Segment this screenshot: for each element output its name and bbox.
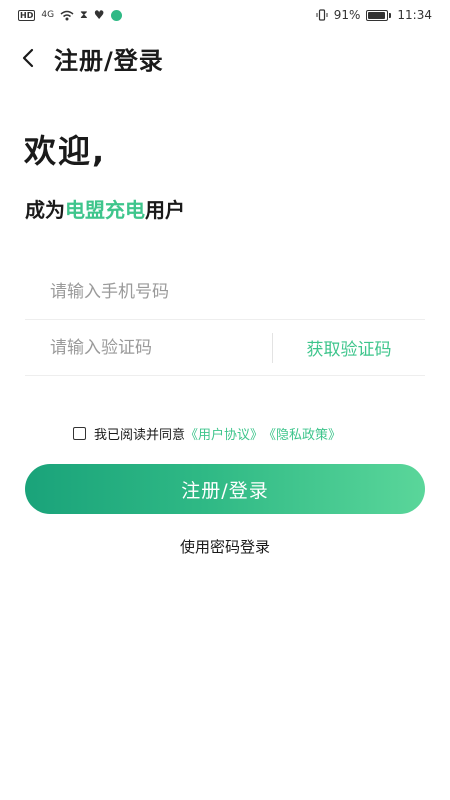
page-title: 注册/登录 [54, 46, 164, 75]
agreement-row: 我已阅读并同意 《用户协议》 《隐私政策》 [73, 424, 341, 443]
agreement-checkbox[interactable] [73, 427, 86, 440]
hd-icon: HD [18, 9, 36, 21]
phone-field-row [25, 264, 425, 320]
welcome-subtitle: 成为电盟充电用户 [25, 194, 185, 223]
brand-name: 电盟充电 [65, 198, 145, 222]
password-login-link[interactable]: 使用密码登录 [0, 536, 450, 557]
app-notification-icon [110, 9, 122, 21]
verification-code-input[interactable] [25, 320, 272, 375]
agreement-text: 我已阅读并同意 [94, 428, 186, 443]
signal-icon: 4G [41, 10, 55, 20]
vibrate-icon [316, 9, 328, 21]
get-code-button[interactable]: 获取验证码 [273, 335, 425, 360]
back-button[interactable] [18, 38, 38, 78]
heart-icon: ♥ [93, 8, 105, 22]
phone-input[interactable] [25, 264, 425, 319]
status-bar: HD 4G ⧗ ♥ 91% 11:34 [0, 0, 450, 30]
welcome-heading: 欢迎, [24, 132, 107, 170]
code-field-row: 获取验证码 [25, 320, 425, 376]
hourglass-icon: ⧗ [80, 8, 88, 21]
battery-percent: 91% [333, 8, 361, 22]
status-left: HD 4G ⧗ ♥ [18, 8, 122, 22]
user-agreement-link[interactable]: 《用户协议》 [185, 424, 263, 443]
wifi-icon [60, 10, 74, 21]
privacy-policy-link[interactable]: 《隐私政策》 [263, 424, 341, 443]
subtitle-prefix: 成为 [25, 198, 65, 222]
battery-icon [366, 9, 392, 21]
chevron-left-icon [22, 48, 34, 68]
nav-bar: 注册/登录 [0, 38, 450, 78]
register-login-button[interactable]: 注册/登录 [25, 464, 425, 514]
clock: 11:34 [397, 8, 432, 22]
subtitle-suffix: 用户 [145, 198, 185, 222]
status-right: 91% 11:34 [316, 8, 432, 22]
register-login-label: 注册/登录 [181, 479, 269, 502]
